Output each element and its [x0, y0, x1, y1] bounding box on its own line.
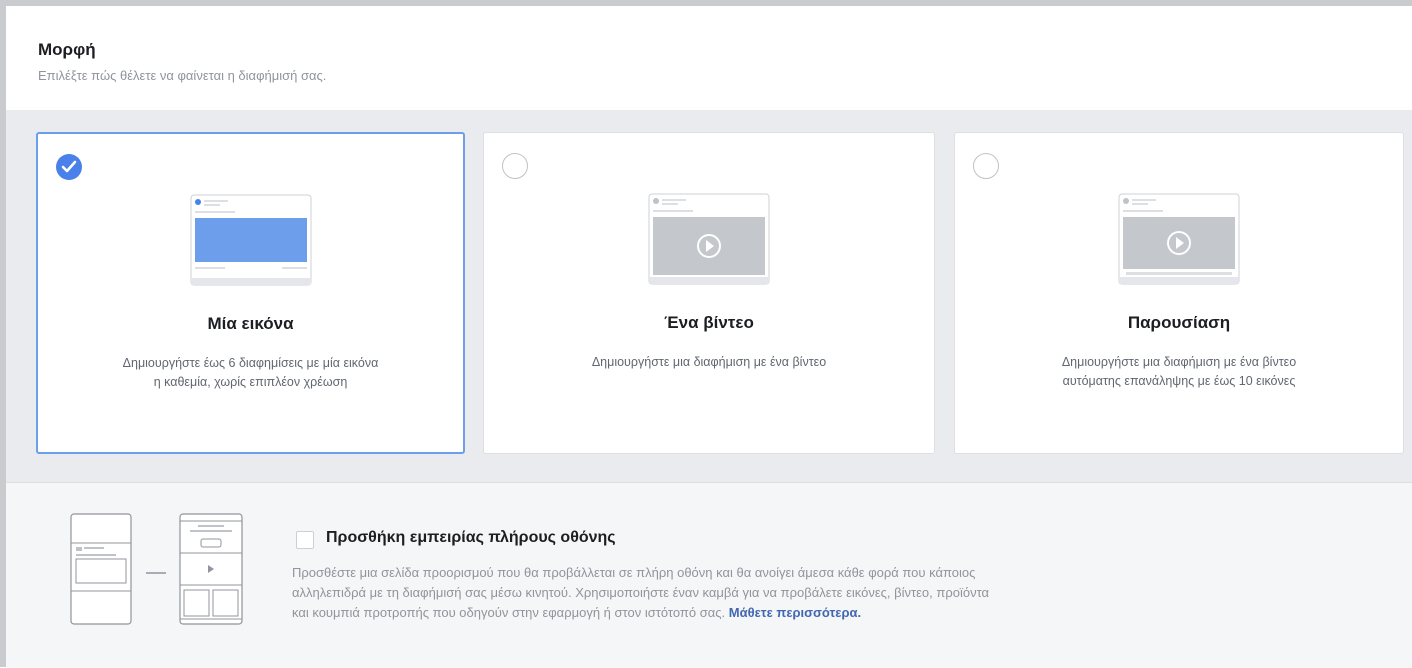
description-line: Προσθέστε μια σελίδα προορισμού που θα π… [292, 565, 976, 580]
option-title: Παρουσίαση [1127, 313, 1231, 332]
radio-unselected[interactable] [973, 153, 999, 179]
option-description-line: αυτόματης επανάληψης με έως 10 εικόνες [1062, 374, 1296, 388]
option-title: Μία εικόνα [207, 314, 294, 333]
fullscreen-checkbox[interactable] [296, 531, 314, 549]
option-description-line: η καθεμία, χωρίς επιπλέον χρέωση [153, 375, 348, 389]
video-icon [648, 193, 770, 285]
single-image-icon [190, 194, 311, 286]
option-description-line: Δημιουργήστε μια διαφήμιση με ένα βίντεο [591, 355, 827, 369]
check-icon [61, 160, 77, 173]
option-description: Δημιουργήστε μια διαφήμιση με ένα βίντεο… [971, 353, 1387, 391]
radio-selected[interactable] [56, 154, 82, 180]
fullscreen-description: Προσθέστε μια σελίδα προορισμού που θα π… [292, 563, 1412, 623]
radio-unselected[interactable] [502, 153, 528, 179]
option-description: Δημιουργήστε έως 6 διαφημίσεις με μία ει… [54, 354, 447, 392]
format-option-single-image[interactable]: Μία εικόνα Δημιουργήστε έως 6 διαφημίσει… [36, 132, 465, 454]
format-option-video[interactable]: Ένα βίντεο Δημιουργήστε μια διαφήμιση με… [483, 132, 935, 454]
slideshow-icon [1118, 193, 1240, 285]
option-title: Ένα βίντεο [664, 313, 754, 332]
section-title: Μορφή [38, 40, 96, 59]
format-option-slideshow[interactable]: Παρουσίαση Δημιουργήστε μια διαφήμιση με… [954, 132, 1404, 454]
fullscreen-experience-illustration [70, 513, 243, 625]
option-description-line: Δημιουργήστε έως 6 διαφημίσεις με μία ει… [122, 356, 379, 370]
description-line: αλληλεπιδρά με τη διαφήμισή σας μέσω κιν… [292, 585, 990, 600]
learn-more-link[interactable]: Μάθετε περισσότερα. [729, 605, 861, 620]
option-description: Δημιουργήστε μια διαφήμιση με ένα βίντεο [500, 353, 918, 372]
format-section-header: Μορφή Επιλέξτε πώς θέλετε να φαίνεται η … [6, 6, 1412, 111]
section-subtitle: Επιλέξτε πώς θέλετε να φαίνεται η διαφήμ… [38, 68, 327, 83]
fullscreen-checkbox-label[interactable]: Προσθήκη εμπειρίας πλήρους οθόνης [326, 529, 616, 547]
format-options: Μία εικόνα Δημιουργήστε έως 6 διαφημίσει… [6, 110, 1412, 482]
fullscreen-experience-section: Προσθήκη εμπειρίας πλήρους οθόνης Προσθέ… [6, 482, 1412, 668]
description-line-last: και κουμπιά προτροπής που οδηγούν στην ε… [292, 603, 1412, 623]
option-description-line: Δημιουργήστε μια διαφήμιση με ένα βίντεο [1061, 355, 1297, 369]
description-text: και κουμπιά προτροπής που οδηγούν στην ε… [292, 605, 726, 620]
